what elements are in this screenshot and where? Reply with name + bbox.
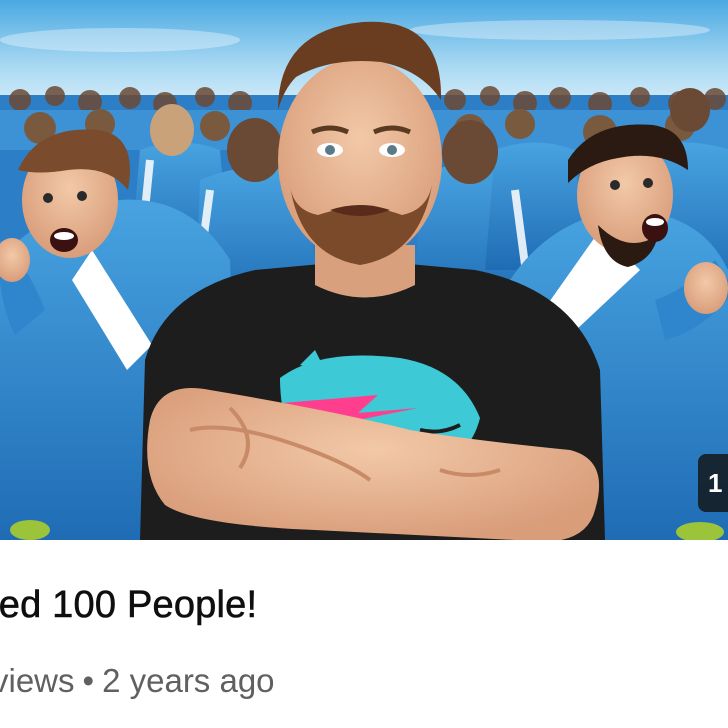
video-title[interactable]: ted 100 People! (0, 584, 257, 627)
cloud (410, 20, 710, 40)
view-count: views (0, 662, 75, 699)
ground-patch (10, 520, 50, 540)
video-meta: ted 100 People! views • 2 years ago (0, 540, 728, 728)
thumbnail-illustration (0, 0, 728, 540)
duration-badge: 1 (698, 454, 728, 512)
upload-age: 2 years ago (102, 662, 275, 699)
video-thumbnail[interactable]: 1 (0, 0, 728, 540)
video-stats: views • 2 years ago (0, 662, 275, 700)
stats-separator: • (82, 662, 95, 699)
video-card[interactable]: 1 ted 100 People! views • 2 years ago (0, 0, 728, 728)
cloud (0, 28, 240, 52)
